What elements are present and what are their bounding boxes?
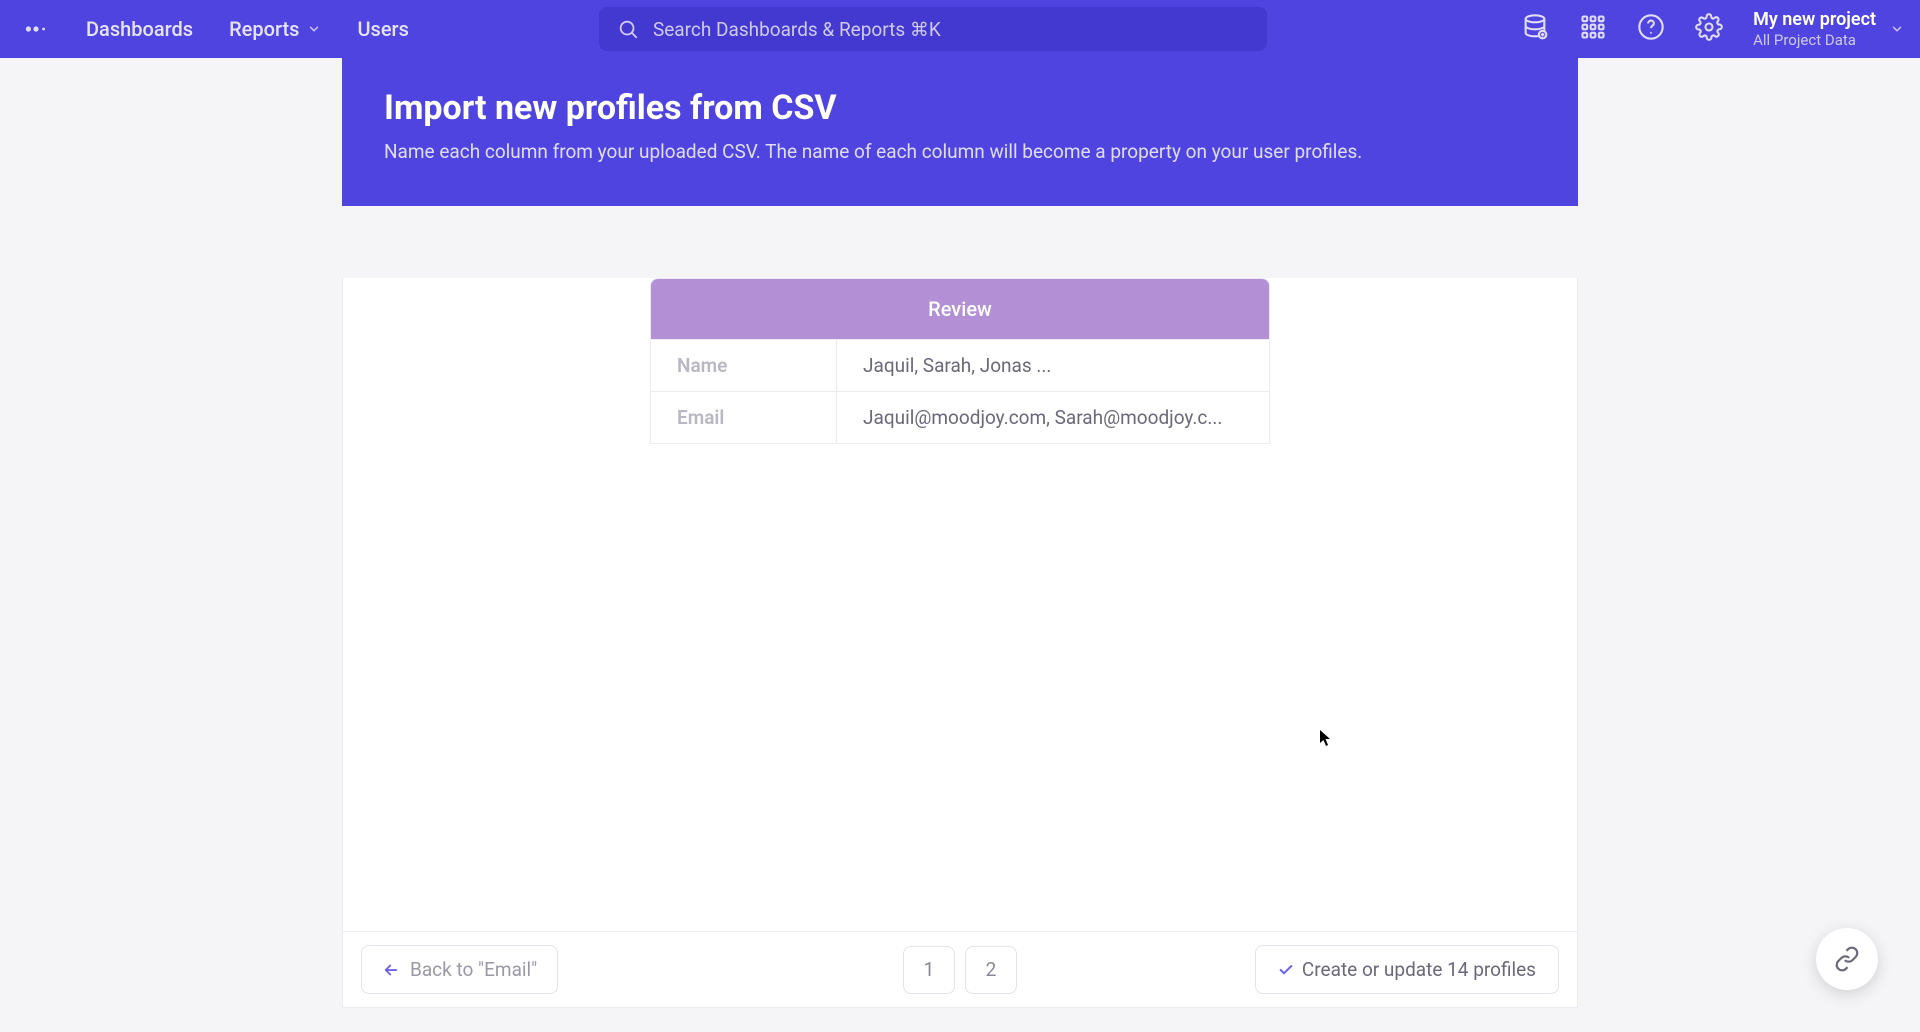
apps-grid-icon (1579, 13, 1607, 41)
lexicon-button[interactable] (1521, 13, 1549, 45)
chevron-down-icon (1890, 22, 1904, 36)
database-icon (1521, 13, 1549, 41)
row-value-name: Jaquil, Sarah, Jonas ... (837, 340, 1269, 391)
main-nav: Dashboards Reports Users (86, 17, 409, 41)
search-placeholder: Search Dashboards & Reports ⌘K (653, 18, 941, 41)
nav-users[interactable]: Users (357, 17, 408, 41)
chevron-down-icon (307, 22, 321, 36)
copy-link-button[interactable] (1816, 928, 1878, 990)
back-button-label: Back to "Email" (410, 958, 537, 981)
table-row: Email Jaquil@moodjoy.com, Sarah@moodjoy.… (651, 391, 1269, 443)
link-icon (1834, 946, 1860, 972)
wizard-footer: Back to "Email" 1 2 Create or update 14 … (343, 931, 1577, 1007)
table-row: Name Jaquil, Sarah, Jonas ... (651, 339, 1269, 391)
project-title: My new project (1753, 9, 1876, 31)
back-button[interactable]: Back to "Email" (361, 945, 558, 994)
topbar: Dashboards Reports Users Search Dashboar… (0, 0, 1920, 58)
settings-button[interactable] (1695, 13, 1723, 45)
gear-icon (1695, 13, 1723, 41)
pagination: 1 2 (903, 946, 1017, 994)
more-menu-button[interactable] (16, 16, 56, 42)
confirm-button[interactable]: Create or update 14 profiles (1255, 945, 1559, 994)
import-header: Import new profiles from CSV Name each c… (342, 58, 1578, 206)
nav-reports-label: Reports (229, 17, 299, 41)
nav-users-label: Users (357, 17, 408, 41)
check-icon (1278, 962, 1294, 978)
help-circle-icon (1637, 13, 1665, 41)
more-horizontal-icon (23, 16, 49, 42)
page-title: Import new profiles from CSV (384, 88, 1536, 128)
help-button[interactable] (1637, 13, 1665, 45)
confirm-button-label: Create or update 14 profiles (1302, 958, 1536, 981)
page-subtitle: Name each column from your uploaded CSV.… (384, 140, 1536, 163)
row-label-name: Name (651, 340, 837, 391)
topbar-right: My new project All Project Data (1521, 9, 1904, 49)
search-input[interactable]: Search Dashboards & Reports ⌘K (599, 7, 1267, 51)
arrow-left-icon (382, 961, 400, 979)
content-panel: Review Name Jaquil, Sarah, Jonas ... Ema… (342, 278, 1578, 1008)
nav-dashboards-label: Dashboards (86, 17, 193, 41)
project-selector[interactable]: My new project All Project Data (1753, 9, 1904, 49)
review-table: Review Name Jaquil, Sarah, Jonas ... Ema… (650, 278, 1270, 444)
page-1-button[interactable]: 1 (903, 946, 955, 994)
nav-reports[interactable]: Reports (229, 17, 321, 41)
apps-button[interactable] (1579, 13, 1607, 45)
nav-dashboards[interactable]: Dashboards (86, 17, 193, 41)
page-2-button[interactable]: 2 (965, 946, 1017, 994)
review-header: Review (651, 279, 1269, 339)
project-subtitle: All Project Data (1753, 31, 1876, 49)
row-value-email: Jaquil@moodjoy.com, Sarah@moodjoy.c... (837, 392, 1269, 443)
search-icon (617, 18, 639, 40)
row-label-email: Email (651, 392, 837, 443)
